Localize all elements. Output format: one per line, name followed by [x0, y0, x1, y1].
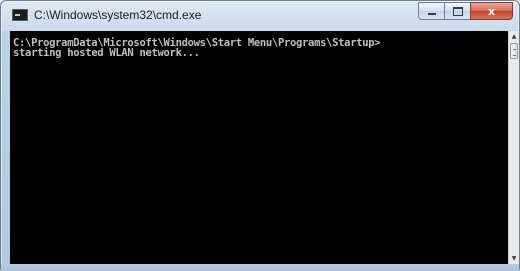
- scroll-thumb[interactable]: [510, 43, 518, 59]
- scroll-down-arrow-icon[interactable]: ▼: [509, 253, 519, 264]
- console-output[interactable]: C:\ProgramData\Microsoft\Windows\Start M…: [10, 31, 508, 264]
- minimize-button[interactable]: [418, 2, 444, 20]
- close-icon: x: [487, 4, 496, 18]
- console-line: starting hosted WLAN network...: [13, 47, 200, 59]
- scroll-grip-icon: [513, 49, 516, 56]
- window-title: C:\Windows\system32\cmd.exe: [34, 8, 202, 22]
- maximize-button[interactable]: [444, 2, 470, 20]
- console-text: C:\ProgramData\Microsoft\Windows\Start M…: [13, 38, 381, 59]
- scroll-up-arrow-icon[interactable]: ▲: [509, 31, 519, 42]
- vertical-scrollbar[interactable]: ▲ ▼: [508, 31, 519, 264]
- title-bar[interactable]: C:\Windows\system32\cmd.exe x: [1, 1, 519, 30]
- close-button[interactable]: x: [470, 2, 513, 20]
- cmd-icon[interactable]: [12, 9, 28, 21]
- minimize-icon: [427, 13, 436, 15]
- cmd-window: C:\Windows\system32\cmd.exe x C:\Program…: [0, 0, 520, 271]
- maximize-icon: [452, 6, 463, 16]
- caption-buttons: x: [418, 2, 513, 21]
